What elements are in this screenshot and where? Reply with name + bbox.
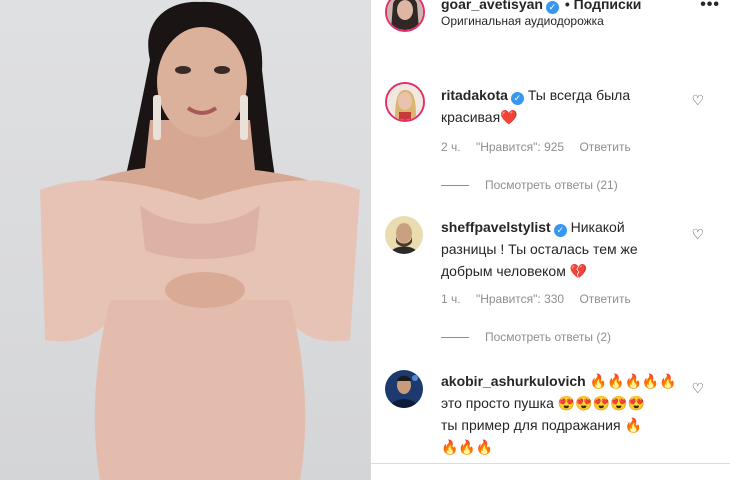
like-heart-icon[interactable]: ♡	[691, 226, 704, 243]
verified-icon: ✓	[510, 92, 524, 105]
like-heart-icon[interactable]: ♡	[691, 380, 704, 397]
more-horizontal-icon[interactable]: •••	[700, 0, 720, 14]
author-avatar[interactable]	[385, 0, 425, 32]
commenter-avatar[interactable]	[385, 216, 423, 254]
commenter-username[interactable]: akobir_ashurkulovich	[441, 373, 586, 389]
heart-emoji: ❤️	[500, 109, 518, 125]
comment-text-line3: ты пример для подражания	[441, 417, 621, 433]
broken-heart-emoji: 💔	[569, 263, 588, 279]
comment-likes[interactable]: "Нравится": 925	[476, 140, 564, 154]
comment-likes[interactable]: "Нравится": 330	[476, 292, 564, 306]
view-replies-link[interactable]: Посмотреть ответы (21)	[441, 178, 618, 192]
comment-time: 2 ч.	[441, 140, 461, 154]
post-header: goar_avetisyan ✓ • Подписки Оригинальная …	[371, 0, 730, 34]
comment-text-line1: Никакой	[570, 219, 625, 235]
audio-label[interactable]: Оригинальная аудиодорожка	[441, 14, 604, 28]
heart-eyes-emojis: 😍😍😍😍😍	[557, 395, 645, 411]
commenter-avatar[interactable]	[385, 82, 425, 122]
commenter-avatar[interactable]	[385, 370, 423, 408]
view-replies-label[interactable]: Посмотреть ответы (2)	[485, 330, 611, 344]
commenter-username[interactable]: ritadakota	[441, 87, 508, 103]
reply-link[interactable]: Ответить	[579, 292, 630, 306]
comment-text-line2: разницы ! Ты осталась тем же	[441, 241, 638, 257]
fire-emojis-2: 🔥🔥🔥	[441, 439, 494, 455]
reply-link[interactable]: Ответить	[579, 140, 630, 154]
comment-meta: 1 ч. "Нравится": 330 Ответить	[441, 292, 643, 306]
verified-icon: ✓	[553, 224, 567, 237]
comment-meta: 2 ч. "Нравится": 925 Ответить	[441, 140, 643, 154]
commenter-username[interactable]: sheffpavelstylist	[441, 219, 551, 235]
replies-line	[441, 337, 469, 339]
follow-status[interactable]: • Подписки	[565, 0, 642, 12]
woman-in-pink-dress-image	[40, 1, 360, 480]
replies-line	[441, 185, 469, 187]
like-heart-icon[interactable]: ♡	[691, 92, 704, 109]
author-username[interactable]: goar_avetisyan	[441, 0, 543, 12]
actions-divider	[371, 463, 730, 464]
view-replies-label[interactable]: Посмотреть ответы (21)	[485, 178, 618, 192]
comment-text-line3: добрым человеком	[441, 263, 566, 279]
view-replies-link[interactable]: Посмотреть ответы (2)	[441, 330, 611, 344]
comment-text-line2: это просто пушка	[441, 395, 554, 411]
fire-emoji: 🔥	[624, 417, 642, 433]
comment-time: 1 ч.	[441, 292, 461, 306]
fire-emojis: 🔥🔥🔥🔥🔥	[589, 373, 677, 389]
verified-icon: ✓	[545, 1, 559, 14]
post-image[interactable]	[0, 0, 370, 480]
comments-panel: goar_avetisyan ✓ • Подписки Оригинальная …	[371, 0, 730, 480]
